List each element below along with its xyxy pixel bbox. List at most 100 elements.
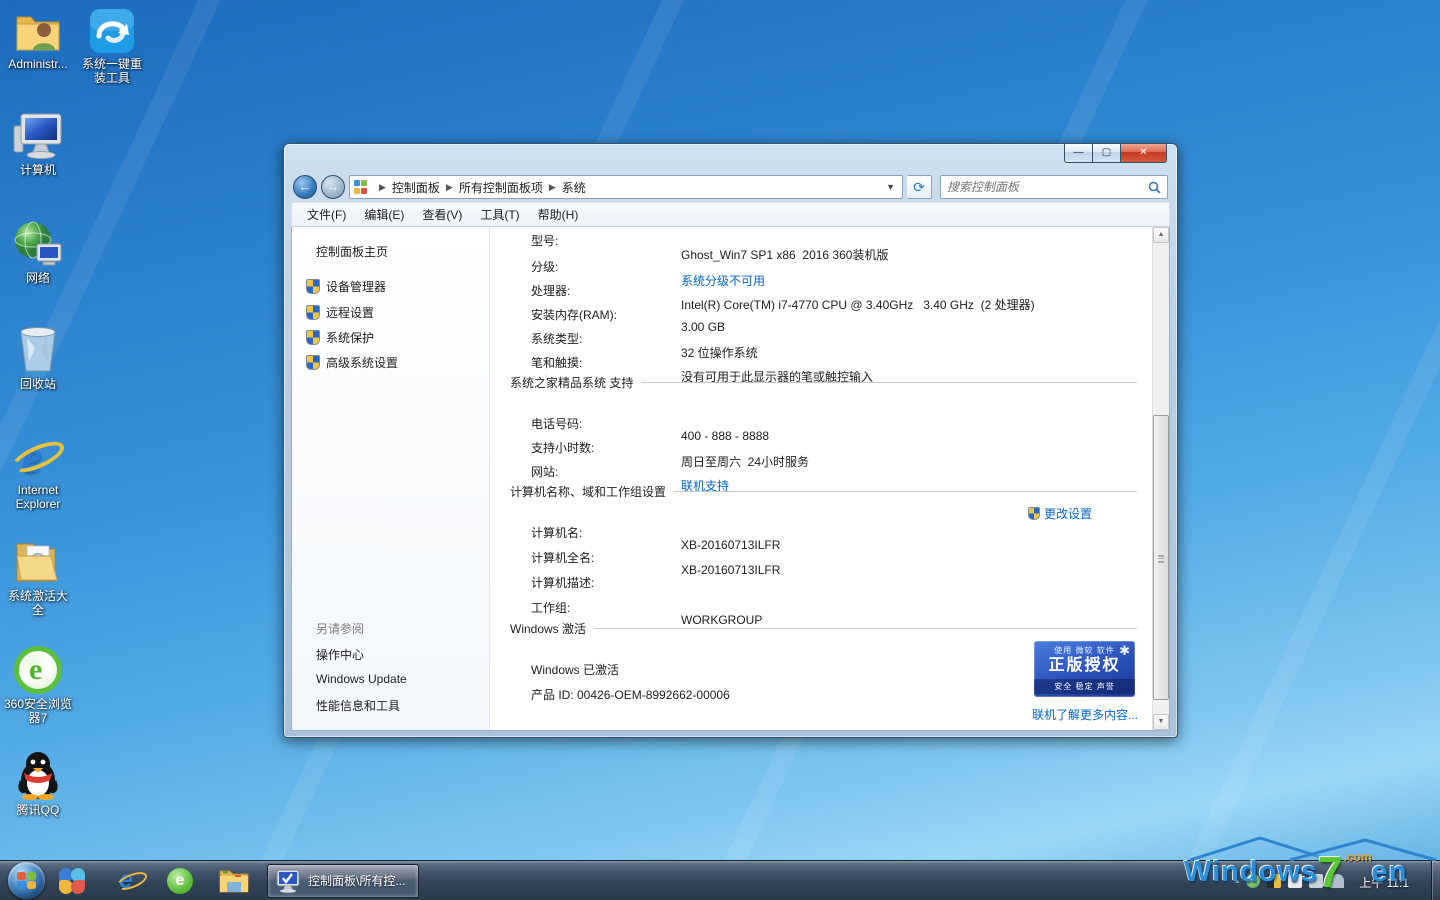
chevron-right-icon: ▶ [373,182,392,193]
taskbar-clock[interactable]: 上午 11:1 [1351,876,1417,890]
desktop-icon-internet-explorer[interactable]: e Internet Explorer [2,432,74,511]
menu-file[interactable]: 文件(F) [298,203,355,226]
back-button[interactable]: ← [293,175,317,199]
window-client-area: 控制面板主页 设备管理器 远程设置 系统保护 高级系统设置 另请参阅 [291,227,1170,731]
desktop-icon-label: 回收站 [4,377,72,391]
tray-volume-icon[interactable] [1330,874,1344,888]
info-row-full-name: 计算机全名: XB-20160713ILFR [490,535,1152,553]
search-icon[interactable] [1148,181,1161,194]
tray-shield-icon[interactable] [1267,874,1281,888]
internet-explorer-icon: e [2,432,74,480]
uac-shield-icon [306,330,320,345]
sidebar-system-protection[interactable]: 系统保护 [306,329,374,346]
sidebar-performance-tools[interactable]: 性能信息和工具 [316,697,400,714]
chevron-right-icon: ▶ [543,182,562,193]
vertical-scrollbar[interactable]: ▲ ▼ [1152,227,1169,730]
start-button[interactable] [8,862,45,899]
uac-shield-icon [306,305,320,320]
computer-name-section-header: 计算机名称、域和工作组设置 [510,483,1137,500]
desktop-icon-label: Internet Explorer [2,483,74,511]
refresh-button[interactable]: ⟳ [907,175,932,199]
taskbar-pinned-icons: e e [57,866,249,896]
desktop-icon-label: 网络 [4,271,72,285]
recycle-bin-icon [4,326,72,374]
show-desktop-button[interactable] [1431,861,1440,900]
sidebar-remote-settings[interactable]: 远程设置 [306,304,374,321]
info-row-model: 型号: Ghost_Win7 SP1 x86 2016 360装机版 [490,227,1152,236]
sidebar-action-center[interactable]: 操作中心 [316,646,364,663]
watermark-roof-icon [1180,836,1438,862]
sidebar-control-panel-home[interactable]: 控制面板主页 [316,243,388,260]
desktop-icon-label: 腾讯QQ [4,803,72,817]
tray-360-icon[interactable] [1246,874,1260,888]
info-row-workgroup: 工作组: WORKGROUP [490,585,1152,603]
qq-penguin-icon [4,752,72,800]
close-button[interactable]: ✕ [1121,144,1167,163]
sidebar-see-also-header: 另请参阅 [316,620,364,637]
sidebar-advanced-settings[interactable]: 高级系统设置 [306,354,398,371]
uac-shield-icon [1028,507,1040,520]
taskbar-active-window-button[interactable]: 控制面板\所有控... [267,864,419,898]
search-input[interactable] [947,180,1148,194]
taskbar-explorer-icon[interactable] [219,866,249,896]
info-row-hours: 支持小时数: 周日至周六 24小时服务 [490,425,1152,443]
desktop-icon-activation-folder[interactable]: 系统激活大全 [4,538,72,617]
desktop-icon-reinstall-tool[interactable]: 系统一键重装工具 [77,6,147,85]
address-dropdown-icon[interactable]: ▼ [883,182,898,192]
desktop-icon-label: 系统激活大全 [4,589,72,617]
menu-tools[interactable]: 工具(T) [471,203,528,226]
info-row-processor: 处理器: Intel(R) Core(TM) i7-4770 CPU @ 3.4… [490,268,1152,286]
taskbar-360-browser-icon[interactable]: e [165,866,195,896]
tray-expand-icon[interactable]: ▴ [1235,875,1240,886]
learn-more-link[interactable]: 联机了解更多内容... [1032,706,1138,723]
navigation-bar: ← → ▶ 控制面板 ▶ 所有控制面板项 ▶ 系统 ▼ ⟳ [291,172,1170,202]
address-bar[interactable]: ▶ 控制面板 ▶ 所有控制面板项 ▶ 系统 ▼ [349,175,903,199]
open-folder-icon [4,538,72,586]
desktop-icon-360-browser[interactable]: e 360安全浏览器7 [0,646,76,725]
user-folder-icon [4,6,72,54]
minimize-button[interactable]: — [1064,144,1093,163]
search-box[interactable] [940,175,1168,199]
scrollbar-thumb[interactable] [1153,415,1169,700]
caption-buttons: — ▢ ✕ [1064,144,1167,163]
system-control-panel-window: — ▢ ✕ ← → ▶ 控制面板 ▶ 所有控制面板项 ▶ 系统 ▼ ⟳ [283,143,1178,738]
reinstall-tool-icon [77,6,147,54]
breadcrumb-all-items[interactable]: 所有控制面板项 [459,179,543,196]
sidebar-device-manager[interactable]: 设备管理器 [306,278,386,295]
360-browser-icon: e [0,646,76,694]
taskbar-internet-explorer-icon[interactable]: e [111,866,141,896]
desktop-icon-label: 360安全浏览器7 [0,697,76,725]
computer-icon [4,112,72,160]
scroll-down-arrow[interactable]: ▼ [1153,714,1169,730]
menu-edit[interactable]: 编辑(E) [355,203,413,226]
info-row-phone: 电话号码: 400 - 888 - 8888 [490,401,1152,419]
scroll-up-arrow[interactable]: ▲ [1153,227,1169,243]
desktop-icon-recycle-bin[interactable]: 回收站 [4,326,72,391]
sidebar: 控制面板主页 设备管理器 远程设置 系统保护 高级系统设置 另请参阅 [292,227,490,730]
info-row-website: 网站: 联机支持 [490,449,1152,467]
info-row-pen-touch: 笔和触摸: 没有可用于此显示器的笔或触控输入 [490,340,1152,358]
desktop-icon-network[interactable]: 网络 [4,220,72,285]
maximize-button[interactable]: ▢ [1093,144,1121,163]
breadcrumb-control-panel[interactable]: 控制面板 [392,179,440,196]
menu-view[interactable]: 查看(V) [413,203,471,226]
desktop-icon-label: 系统一键重装工具 [77,57,147,85]
menu-help[interactable]: 帮助(H) [529,203,588,226]
tray-printer-icon[interactable] [1309,874,1323,888]
uac-shield-icon [306,279,320,294]
desktop-icon-qq[interactable]: 腾讯QQ [4,752,72,817]
taskbar-360-manager-icon[interactable] [57,866,87,896]
breadcrumb-system[interactable]: 系统 [562,179,586,196]
sidebar-windows-update[interactable]: Windows Update [316,672,407,686]
genuine-software-badge[interactable]: ✱ 使用 微软 软件 正版授权 安全 稳定 声誉 [1034,641,1135,697]
windows-logo-icon [17,872,36,889]
desktop-icon-computer[interactable]: 计算机 [4,112,72,177]
change-settings-link[interactable]: 更改设置 [1028,505,1092,522]
desktop-icon-administrator[interactable]: Administr... [4,6,72,71]
forward-button[interactable]: → [321,175,345,199]
tray-safety-check-icon[interactable]: ✔ [1288,874,1302,888]
desktop-icon-label: 计算机 [4,163,72,177]
control-panel-icon [354,180,368,194]
info-row-description: 计算机描述: [490,560,1152,578]
system-tray: ▴ ✔ 上午 11:1 [1235,872,1431,890]
